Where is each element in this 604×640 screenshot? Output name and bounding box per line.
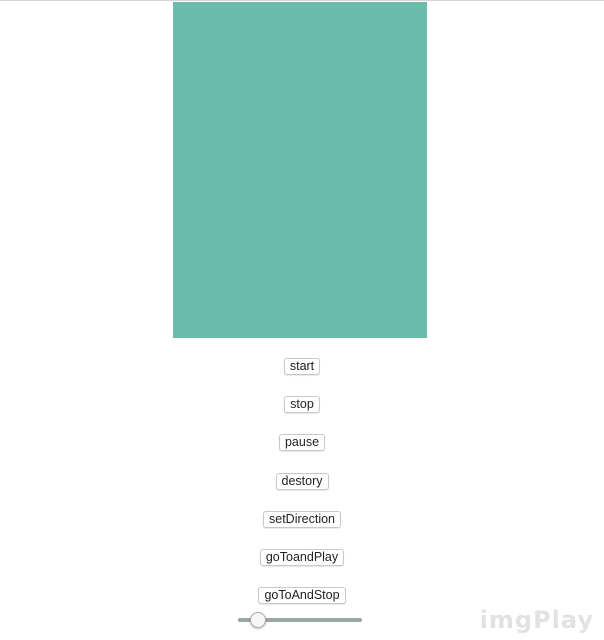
- stop-button[interactable]: stop: [284, 396, 320, 414]
- set-direction-button[interactable]: setDirection: [263, 510, 341, 528]
- go-to-and-stop-button[interactable]: goToAndStop: [258, 587, 346, 605]
- page: start stop pause destory setDirection go…: [0, 0, 604, 640]
- watermark-logo: imgPlay: [479, 606, 594, 634]
- frame-slider[interactable]: [238, 612, 362, 629]
- go-to-and-play-button[interactable]: goToandPlay: [259, 548, 345, 566]
- control-panel: start stop pause destory setDirection go…: [0, 358, 604, 625]
- pause-button[interactable]: pause: [278, 434, 326, 452]
- animation-canvas: [173, 2, 427, 338]
- destroy-button[interactable]: destory: [275, 472, 329, 490]
- slider-thumb[interactable]: [249, 612, 266, 628]
- start-button[interactable]: start: [283, 358, 321, 375]
